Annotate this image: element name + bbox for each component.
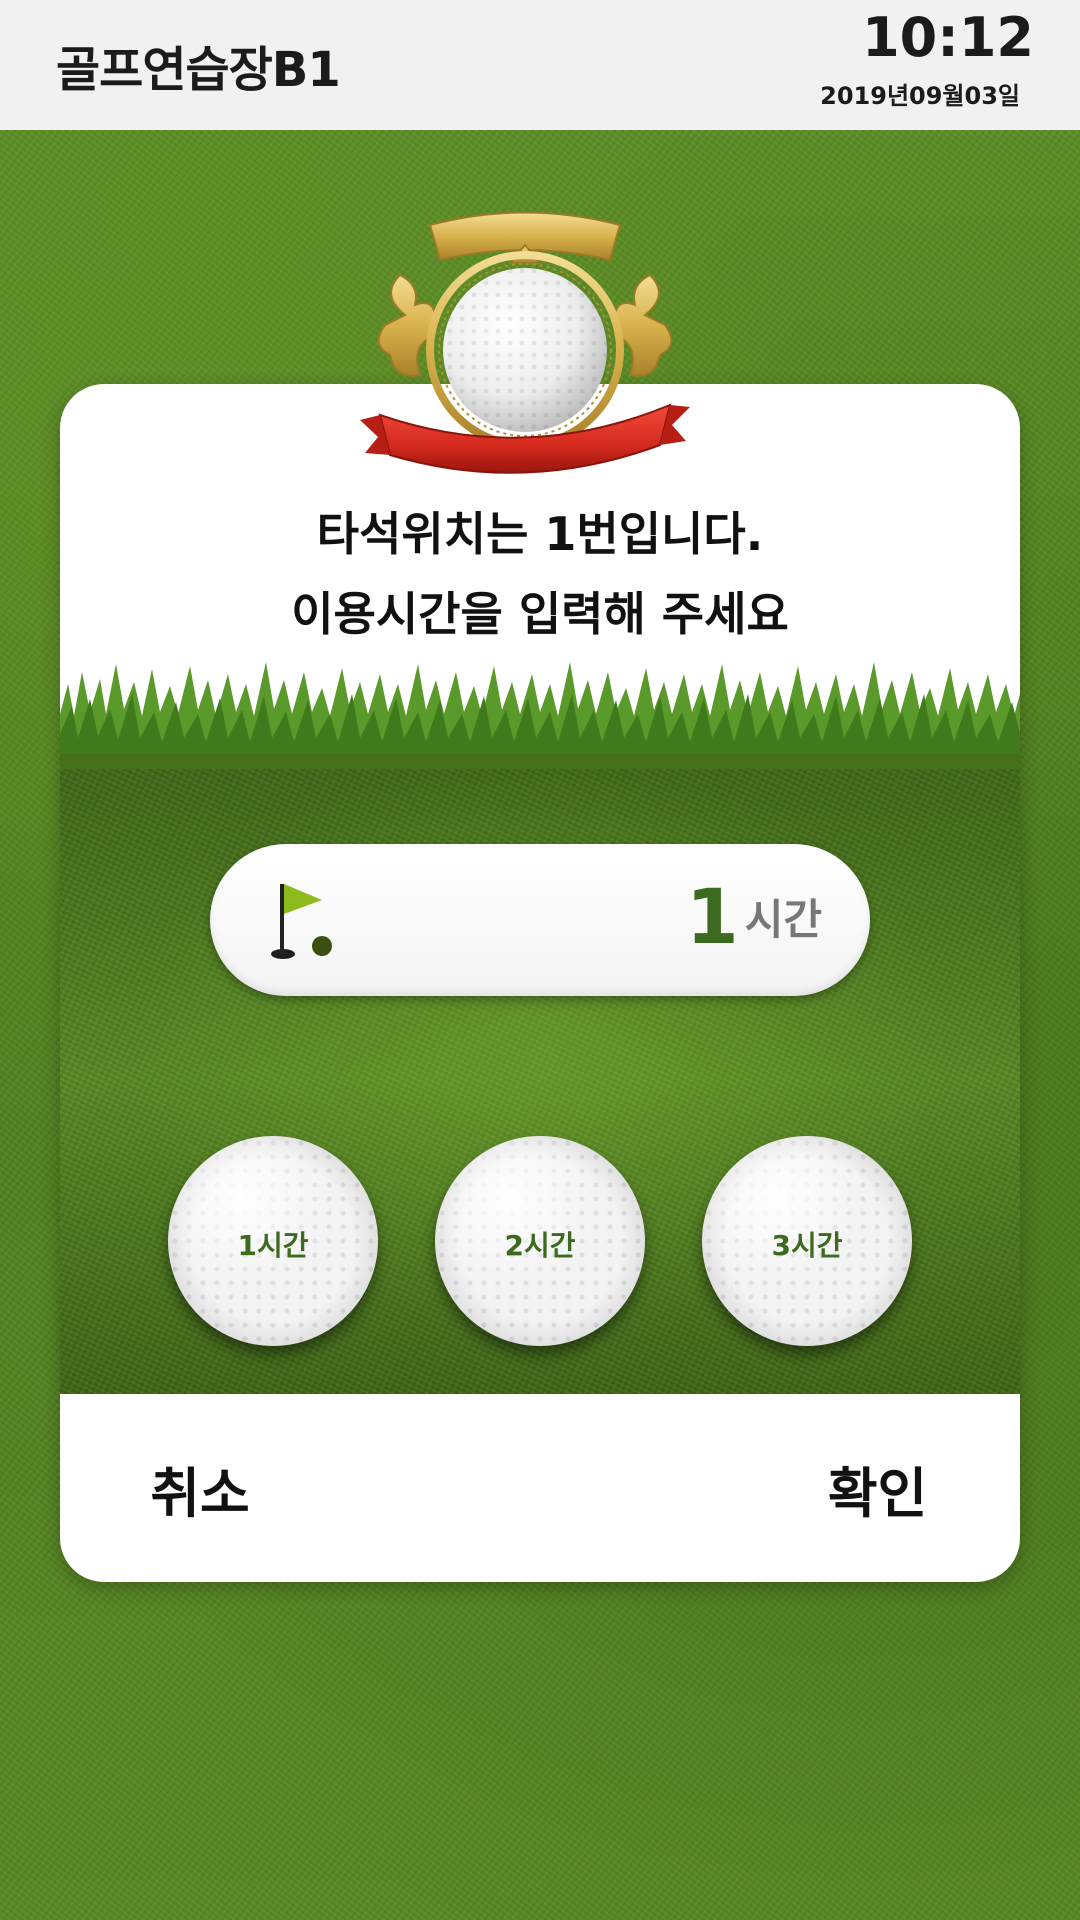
confirm-button[interactable]: 확인 [540, 1394, 1020, 1582]
selected-hours-number: 1 [685, 872, 739, 961]
grass-fringe-decoration [60, 662, 1020, 769]
option-3-hour-button[interactable]: 3시간 [702, 1136, 912, 1346]
selected-time-value: 1 시간 [686, 872, 822, 961]
cancel-button[interactable]: 취소 [60, 1394, 540, 1582]
dialog-message: 타석위치는 1번입니다. 이용시간을 입력해 주세요 [60, 494, 1020, 654]
app-title: 골프연습장B1 [56, 42, 341, 98]
option-label: 2시간 [504, 1229, 576, 1262]
golf-flag-icon [271, 884, 332, 959]
time-select-dialog: 타석위치는 1번입니다. 이용시간을 입력해 주세요 1 시간 1시간 2시간 3… [60, 384, 1020, 1582]
option-2-hour-button[interactable]: 2시간 [435, 1136, 645, 1346]
option-label: 1시간 [237, 1229, 309, 1262]
option-label: 3시간 [771, 1229, 843, 1262]
selected-time-display: 1 시간 [210, 844, 870, 996]
golf-trophy-emblem [360, 211, 690, 474]
clock-time: 10:12 [862, 6, 1034, 69]
message-line-2: 이용시간을 입력해 주세요 [291, 587, 789, 641]
option-1-hour-button[interactable]: 1시간 [168, 1136, 378, 1346]
selected-hours-unit: 시간 [744, 895, 822, 944]
date-label: 2019년09월03일 [820, 82, 1020, 110]
status-header: 골프연습장B1 10:12 2019년09월03일 [0, 0, 1080, 130]
message-line-1: 타석위치는 1번입니다. [316, 507, 764, 561]
